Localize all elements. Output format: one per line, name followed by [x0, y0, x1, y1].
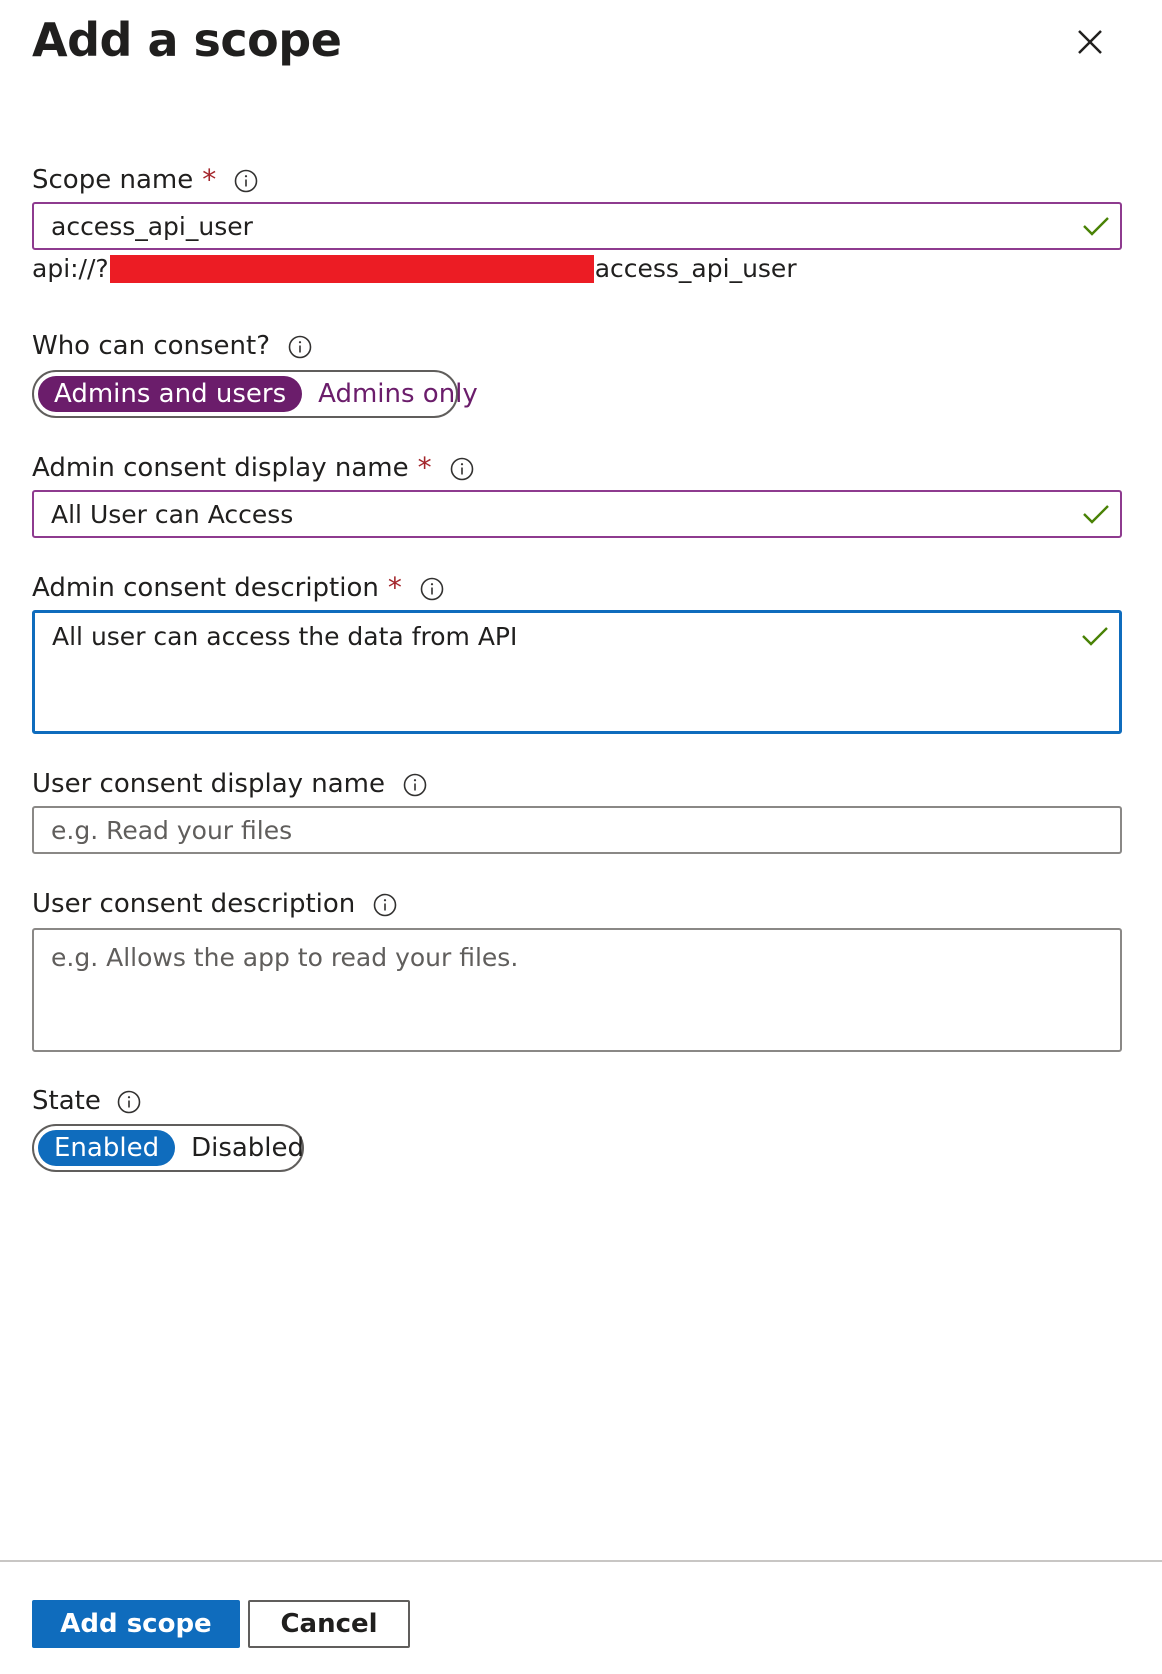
info-icon[interactable]: [117, 1089, 141, 1114]
user-consent-display-name-label: User consent display name: [32, 767, 427, 801]
admin-consent-display-name-input[interactable]: All User can Access: [32, 490, 1122, 538]
state-toggle: Enabled Disabled: [32, 1124, 304, 1172]
required-marker: *: [387, 571, 402, 604]
cancel-button[interactable]: Cancel: [248, 1600, 410, 1648]
who-can-consent-label-text: Who can consent?: [32, 331, 271, 361]
checkmark-icon: [1083, 505, 1109, 524]
scope-uri-prefix: api://?: [32, 254, 109, 283]
scope-name-label-text: Scope name: [32, 165, 194, 195]
info-icon[interactable]: [403, 772, 427, 797]
scope-uri-preview: api://? access_api_user: [32, 252, 797, 286]
who-can-consent-toggle: Admins and users Admins only: [32, 370, 478, 418]
checkmark-icon: [1082, 627, 1108, 646]
who-can-consent-label: Who can consent?: [32, 329, 312, 363]
add-scope-button[interactable]: Add scope: [32, 1600, 240, 1648]
info-icon[interactable]: [288, 334, 312, 359]
state-label-text: State: [32, 1086, 101, 1116]
user-consent-description-label: User consent description: [32, 887, 397, 921]
checkmark-icon: [1083, 217, 1109, 236]
close-icon: [1078, 30, 1102, 54]
option-enabled[interactable]: Enabled: [38, 1130, 176, 1166]
info-icon[interactable]: [234, 168, 258, 193]
scope-name-label: Scope name *: [32, 163, 258, 197]
info-icon[interactable]: [420, 576, 444, 601]
admin-consent-description-textarea[interactable]: All user can access the data from API: [32, 610, 1122, 734]
admin-consent-display-name-value: All User can Access: [51, 499, 294, 529]
option-admins-and-users[interactable]: Admins and users: [38, 376, 303, 412]
user-consent-display-name-input[interactable]: e.g. Read your files: [32, 806, 1122, 854]
scope-name-input[interactable]: access_api_user: [32, 202, 1122, 250]
info-icon[interactable]: [373, 892, 397, 917]
scope-uri-suffix: access_api_user: [594, 254, 797, 283]
redaction-bar: [109, 255, 594, 283]
required-marker: *: [202, 163, 217, 196]
admin-consent-description-label: Admin consent description *: [32, 571, 444, 605]
footer-divider: [0, 1560, 1162, 1562]
info-icon[interactable]: [450, 456, 474, 481]
user-consent-description-textarea[interactable]: e.g. Allows the app to read your files.: [32, 928, 1122, 1052]
admin-consent-display-name-label-text: Admin consent display name: [32, 453, 409, 483]
admin-consent-description-value: All user can access the data from API: [52, 622, 518, 651]
panel-title: Add a scope: [32, 13, 342, 67]
user-consent-display-name-placeholder: e.g. Read your files: [51, 815, 293, 845]
user-consent-description-placeholder: e.g. Allows the app to read your files.: [51, 943, 519, 972]
option-disabled[interactable]: Disabled: [175, 1130, 320, 1166]
admin-consent-display-name-label: Admin consent display name *: [32, 451, 474, 485]
required-marker: *: [417, 451, 432, 484]
user-consent-display-name-label-text: User consent display name: [32, 769, 386, 799]
state-label: State: [32, 1084, 141, 1118]
admin-consent-description-label-text: Admin consent description: [32, 573, 379, 603]
option-admins-only[interactable]: Admins only: [302, 376, 494, 412]
close-button[interactable]: [1068, 20, 1112, 64]
scope-name-value: access_api_user: [51, 211, 253, 241]
user-consent-description-label-text: User consent description: [32, 889, 356, 919]
